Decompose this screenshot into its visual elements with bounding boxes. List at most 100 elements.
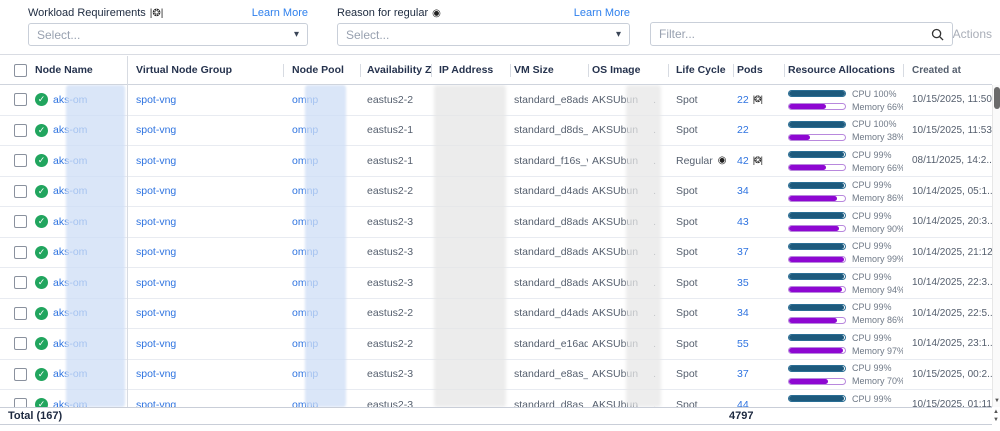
reason-learn-more-link[interactable]: Learn More [574, 7, 630, 19]
node-pool-link[interactable]: omnp [292, 124, 318, 136]
pods-count-link[interactable]: 44 [737, 399, 749, 407]
virtual-node-group-link[interactable]: spot-vng [136, 277, 176, 289]
filter-search-box[interactable] [650, 22, 953, 46]
table-row[interactable]: ✓ aks-om spot-vng omnp eastus2-1 standar… [0, 146, 992, 177]
node-name-link[interactable]: aks-om [53, 368, 87, 380]
pods-count-link[interactable]: 34 [737, 185, 749, 197]
node-pool-link[interactable]: omnp [292, 185, 318, 197]
column-header-resource-allocations[interactable]: Resource Allocations ↓ ≡ [784, 56, 903, 84]
memory-bar-fill [789, 379, 828, 384]
vertical-scrollbar[interactable]: ▼ [992, 85, 1000, 407]
column-header-vm-size[interactable]: VM Size [510, 56, 588, 84]
column-header-ip-address[interactable]: IP Address [431, 56, 510, 84]
row-checkbox[interactable] [14, 154, 27, 167]
workload-learn-more-link[interactable]: Learn More [252, 7, 308, 19]
ip-address-cell [431, 329, 510, 359]
table-row[interactable]: ✓ aks-om spot-vng omnp eastus2-3 standar… [0, 268, 992, 299]
scroll-down-icon[interactable]: ▼ [993, 396, 1000, 406]
node-pool-link[interactable]: omnp [292, 399, 318, 407]
row-checkbox[interactable] [14, 93, 27, 106]
node-pool-link[interactable]: omnp [292, 216, 318, 228]
virtual-node-group-link[interactable]: spot-vng [136, 216, 176, 228]
filter-input[interactable] [659, 27, 931, 41]
pods-count-link[interactable]: 34 [737, 307, 749, 319]
virtual-node-group-link[interactable]: spot-vng [136, 399, 176, 407]
column-header-created-at[interactable]: Created at [903, 56, 992, 84]
virtual-node-group-link[interactable]: spot-vng [136, 185, 176, 197]
availability-zone-cell: eastus2-1 [360, 146, 431, 176]
virtual-node-group-link[interactable]: spot-vng [136, 246, 176, 258]
table-row[interactable]: ✓ aks-om spot-vng omnp eastus2-3 standar… [0, 207, 992, 238]
row-checkbox[interactable] [14, 124, 27, 137]
column-header-node-pool[interactable]: Node Pool [283, 56, 360, 84]
pods-cell: 37 [733, 360, 784, 390]
column-header-pods[interactable]: Pods [733, 56, 784, 84]
row-checkbox[interactable] [14, 185, 27, 198]
row-checkbox[interactable] [14, 337, 27, 350]
node-pool-link[interactable]: omnp [292, 307, 318, 319]
pods-count-link[interactable]: 37 [737, 246, 749, 258]
table-row[interactable]: ✓ aks-om spot-vng omnp eastus2-2 standar… [0, 329, 992, 360]
pods-count-link[interactable]: 22 [737, 94, 749, 106]
availability-zone-cell: eastus2-2 [360, 329, 431, 359]
row-checkbox[interactable] [14, 368, 27, 381]
node-name-link[interactable]: aks-om [53, 246, 87, 258]
virtual-node-group-link[interactable]: spot-vng [136, 368, 176, 380]
node-name-link[interactable]: aks-om [53, 399, 87, 407]
node-name-link[interactable]: aks-om [53, 185, 87, 197]
virtual-node-group-link[interactable]: spot-vng [136, 155, 176, 167]
node-name-link[interactable]: aks-om [53, 124, 87, 136]
node-name-link[interactable]: aks-om [53, 94, 87, 106]
node-pool-link[interactable]: omnp [292, 94, 318, 106]
scroll-down-icon[interactable]: ▼ [993, 417, 999, 424]
table-row[interactable]: ✓ aks-om spot-vng omnp eastus2-1 standar… [0, 116, 992, 147]
scrollbar-thumb[interactable] [994, 87, 1000, 109]
column-header-node-name[interactable]: Node Name [30, 56, 127, 84]
row-checkbox[interactable] [14, 398, 27, 407]
column-header-virtual-node-group[interactable]: Virtual Node Group [127, 56, 283, 84]
row-checkbox[interactable] [14, 276, 27, 289]
select-all-checkbox[interactable] [14, 64, 27, 77]
node-name-link[interactable]: aks-om [53, 216, 87, 228]
virtual-node-group-link[interactable]: spot-vng [136, 124, 176, 136]
node-pool-link[interactable]: omnp [292, 155, 318, 167]
virtual-node-group-link[interactable]: spot-vng [136, 338, 176, 350]
row-checkbox[interactable] [14, 246, 27, 259]
table-row[interactable]: ✓ aks-om spot-vng omnp eastus2-3 standar… [0, 360, 992, 391]
column-header-life-cycle[interactable]: Life Cycle [668, 56, 733, 84]
node-name-link[interactable]: aks-om [53, 277, 87, 289]
column-header-availability-zone[interactable]: Availability Zone [360, 56, 431, 84]
table-row[interactable]: ✓ aks-om spot-vng omnp eastus2-3 standar… [0, 390, 992, 407]
pods-count-link[interactable]: 22 [737, 124, 749, 136]
node-name-link[interactable]: aks-om [53, 155, 87, 167]
actions-button[interactable]: Actions [953, 27, 992, 41]
life-cycle-value: Spot [676, 246, 698, 258]
table-row[interactable]: ✓ aks-om spot-vng omnp eastus2-2 standar… [0, 177, 992, 208]
virtual-node-group-link[interactable]: spot-vng [136, 94, 176, 106]
reason-for-regular-select[interactable]: Select... ▾ [337, 23, 630, 46]
node-name-link[interactable]: aks-om [53, 307, 87, 319]
scroll-up-icon[interactable]: ▲ [993, 409, 999, 416]
memory-alloc-line: Memory 86% [788, 193, 903, 203]
row-checkbox[interactable] [14, 215, 27, 228]
cpu-bar-fill [789, 396, 844, 401]
workload-requirements-select[interactable]: Select... ▾ [28, 23, 308, 46]
node-name-link[interactable]: aks-om [53, 338, 87, 350]
workload-select-placeholder: Select... [37, 28, 80, 42]
pods-count-link[interactable]: 35 [737, 277, 749, 289]
node-pool-link[interactable]: omnp [292, 338, 318, 350]
virtual-node-group-link[interactable]: spot-vng [136, 307, 176, 319]
node-pool-link[interactable]: omnp [292, 246, 318, 258]
row-checkbox[interactable] [14, 307, 27, 320]
pods-count-link[interactable]: 55 [737, 338, 749, 350]
table-row[interactable]: ✓ aks-om spot-vng omnp eastus2-3 standar… [0, 238, 992, 269]
table-row[interactable]: ✓ aks-om spot-vng omnp eastus2-2 standar… [0, 299, 992, 330]
pods-count-link[interactable]: 42 [737, 155, 749, 167]
node-pool-link[interactable]: omnp [292, 277, 318, 289]
column-header-os-image[interactable]: OS Image [588, 56, 668, 84]
pods-count-link[interactable]: 43 [737, 216, 749, 228]
pods-count-link[interactable]: 37 [737, 368, 749, 380]
table-row[interactable]: ✓ aks-om spot-vng omnp eastus2-2 standar… [0, 85, 992, 116]
node-pool-link[interactable]: omnp [292, 368, 318, 380]
node-pool-cell: omnp [283, 329, 360, 359]
